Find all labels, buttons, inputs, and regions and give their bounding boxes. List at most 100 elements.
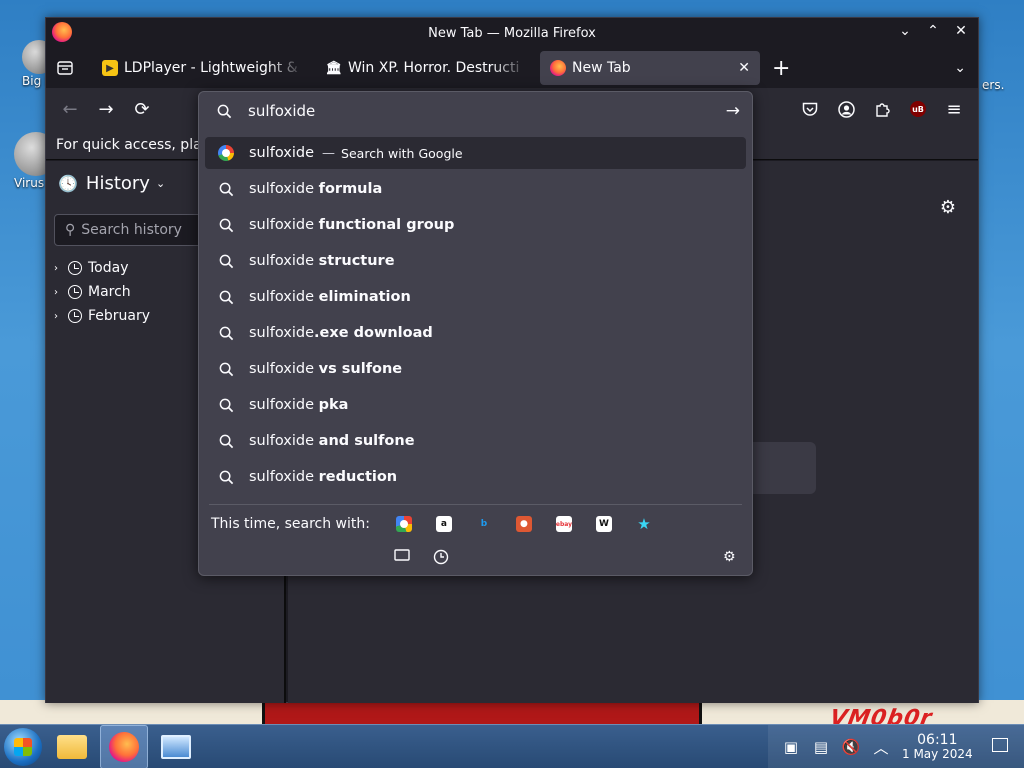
ldplayer-icon: ▶ (102, 60, 118, 76)
tab-new-tab[interactable]: New Tab ✕ (540, 51, 760, 85)
window-title: New Tab — Mozilla Firefox (428, 25, 596, 41)
search-engine-button[interactable]: a (424, 516, 464, 532)
tab-label: LDPlayer - Lightweight & (124, 60, 298, 76)
result-action: Search with Google (341, 145, 463, 161)
chevron-right-icon[interactable]: › (54, 263, 68, 274)
chevron-right-icon[interactable]: › (54, 311, 68, 322)
search-suggestion[interactable]: sulfoxide .exe download (205, 315, 746, 351)
clock-icon (68, 261, 82, 275)
taskbar: ▣ ▤ 🔇 ︿ 06:11 1 May 2024 (0, 724, 1024, 768)
ublock-icon: uB (910, 101, 926, 117)
tab-label: New Tab (572, 60, 631, 76)
show-desktop-icon[interactable] (992, 738, 1008, 752)
history-group-label: February (88, 308, 151, 324)
ebay-icon: ebay (556, 516, 572, 532)
history-clock-icon: 🕓 (58, 173, 78, 193)
volume-muted-icon[interactable]: 🔇 (836, 738, 866, 756)
suggestion-completion: reduction (318, 469, 398, 485)
clock-icon (433, 549, 449, 565)
search-engine-button[interactable]: ebay (544, 516, 584, 532)
reload-button[interactable]: ⟳ (124, 93, 160, 125)
chevron-down-icon: ⌄ (155, 176, 166, 190)
folder-icon (57, 734, 87, 759)
suggestion-completion: structure (318, 253, 395, 269)
urlbar-results-popup: sulfoxide → sulfoxide — Search with Goog… (198, 91, 753, 576)
search-suggestion[interactable]: sulfoxide formula (205, 171, 746, 207)
title-bar[interactable]: New Tab — Mozilla Firefox ⌄ ⌃ ✕ (46, 18, 978, 48)
extensions-button[interactable] (866, 93, 898, 125)
firefox-view-button[interactable] (46, 52, 84, 84)
search-icon (219, 218, 233, 232)
suggestion-completion: .exe download (314, 325, 433, 341)
search-settings-gear-icon[interactable]: ⚙ (723, 549, 736, 565)
search-suggestion[interactable]: sulfoxide elimination (205, 279, 746, 315)
search-icon (219, 326, 233, 340)
back-button[interactable]: ← (52, 93, 88, 125)
firefox-icon (550, 60, 566, 76)
windows-logo-icon (14, 737, 32, 756)
taskbar-firefox[interactable] (100, 724, 148, 768)
chevron-right-icon[interactable]: › (54, 287, 68, 298)
pocket-icon (802, 102, 818, 116)
suggestion-prefix: sulfoxide (249, 469, 319, 485)
search-icon (219, 398, 233, 412)
firefox-icon (52, 22, 72, 42)
search-suggestion[interactable]: sulfoxide structure (205, 243, 746, 279)
close-tab-icon[interactable]: ✕ (738, 60, 750, 76)
start-button[interactable] (4, 727, 42, 766)
tab-ldplayer[interactable]: ▶ LDPlayer - Lightweight & (92, 51, 314, 85)
suggestion-prefix: sulfoxide (249, 289, 319, 305)
search-engine-button[interactable] (384, 516, 424, 532)
list-all-tabs-chevron-icon[interactable]: ⌄ (954, 60, 966, 76)
search-engine-button[interactable]: W (584, 516, 624, 532)
clock-date: 1 May 2024 (902, 747, 973, 762)
tray-app-icon[interactable]: ▣ (776, 738, 806, 756)
suggestion-completion: functional group (318, 217, 455, 233)
search-suggestion[interactable]: sulfoxide reduction (205, 459, 746, 495)
pocket-button[interactable] (794, 93, 826, 125)
museum-icon: 🏛 (325, 60, 343, 76)
taskbar-control-panel[interactable] (152, 725, 200, 768)
control-panel-icon (161, 734, 191, 759)
google-icon (395, 516, 412, 532)
search-icon (219, 434, 233, 448)
tray-clipboard-icon[interactable]: ▤ (806, 738, 836, 756)
ublock-origin-button[interactable]: uB (902, 93, 934, 125)
urlbar-input[interactable]: sulfoxide → (199, 92, 752, 130)
tab-icon (394, 549, 410, 561)
account-icon (837, 100, 855, 118)
gear-icon[interactable]: ⚙ (940, 197, 956, 218)
history-group-label: Today (88, 260, 129, 276)
forward-button[interactable]: → (88, 93, 124, 125)
tabs-mode-button[interactable] (394, 549, 410, 565)
search-suggestion[interactable]: sulfoxide vs sulfone (205, 351, 746, 387)
heuristic-result[interactable]: sulfoxide — Search with Google (205, 137, 746, 169)
go-arrow-icon[interactable]: → (726, 101, 740, 121)
search-suggestion[interactable]: sulfoxide functional group (205, 207, 746, 243)
account-button[interactable] (830, 93, 862, 125)
suggestion-prefix: sulfoxide (249, 217, 319, 233)
minimize-button[interactable]: ⌄ (896, 23, 914, 39)
search-engine-button[interactable]: b (464, 516, 504, 532)
taskbar-explorer[interactable] (48, 725, 96, 768)
tray-expand-chevron-icon[interactable]: ︿ (866, 737, 896, 758)
taskbar-clock[interactable]: 06:11 1 May 2024 (902, 732, 973, 762)
maximize-button[interactable]: ⌃ (924, 23, 942, 39)
search-engine-button[interactable]: ★ (624, 515, 664, 533)
suggestion-prefix: sulfoxide (249, 397, 319, 413)
suggestion-completion: pka (318, 397, 349, 413)
search-suggestion[interactable]: sulfoxide and sulfone (205, 423, 746, 459)
app-menu-button[interactable]: ≡ (938, 93, 970, 125)
tab-winxp-horror[interactable]: 🏛 Win XP. Horror. Destructi (316, 51, 538, 85)
desktop-icon-label[interactable]: ers. (982, 78, 1004, 92)
search-suggestion[interactable]: sulfoxide pka (205, 387, 746, 423)
close-window-button[interactable]: ✕ (952, 23, 970, 39)
search-engine-button[interactable]: ● (504, 516, 544, 532)
one-off-search-engines: This time, search with: a b ● ebay W ★ (199, 505, 752, 543)
search-icon (217, 104, 232, 118)
system-tray: ▣ ▤ 🔇 ︿ 06:11 1 May 2024 (768, 725, 1024, 768)
history-mode-button[interactable] (433, 549, 449, 569)
suggestion-completion: vs sulfone (318, 361, 403, 377)
new-tab-button[interactable]: + (772, 56, 790, 81)
google-icon (218, 145, 234, 161)
